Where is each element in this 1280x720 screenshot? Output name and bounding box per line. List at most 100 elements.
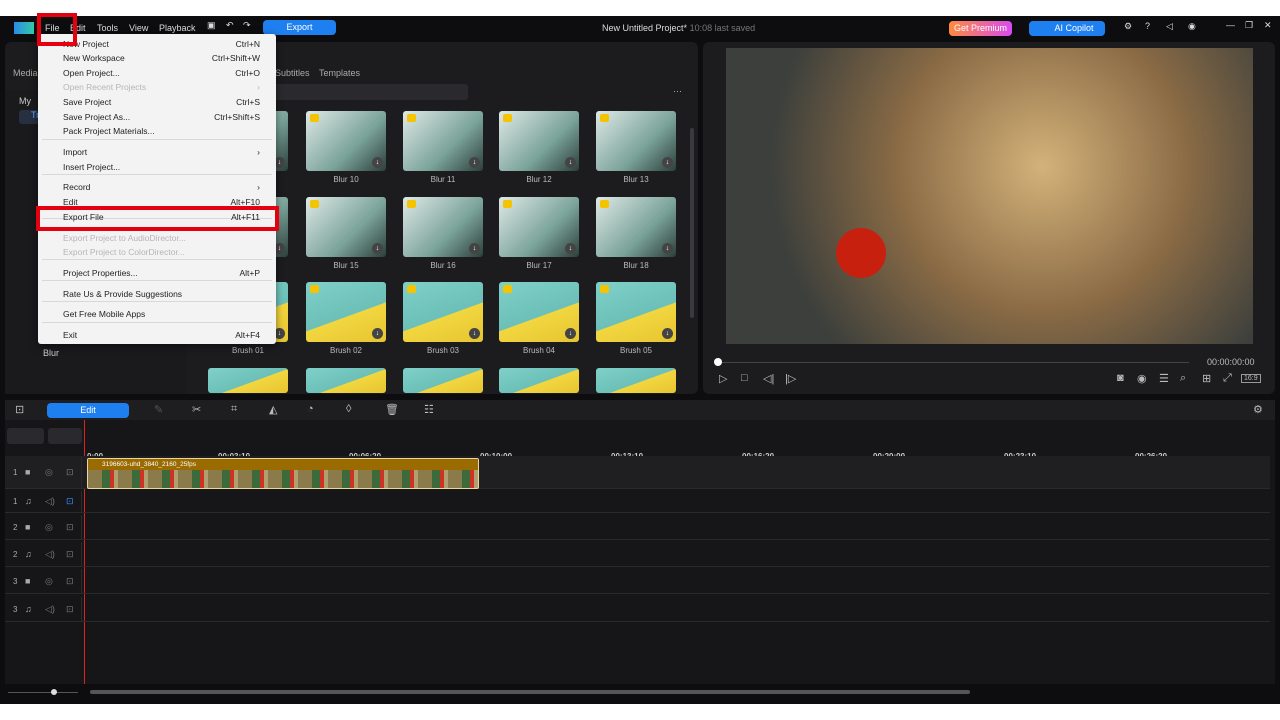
- notification-icon[interactable]: ◁: [1166, 21, 1173, 32]
- mute-icon[interactable]: ◁): [45, 496, 55, 507]
- effect-thumbnail[interactable]: ↓: [403, 111, 483, 171]
- download-icon[interactable]: ↓: [565, 157, 576, 168]
- effect-thumbnail[interactable]: ↓: [306, 111, 386, 171]
- zoom-slider-handle[interactable]: [51, 689, 57, 695]
- menu-item-new-project[interactable]: New Project Ctrl+N: [63, 37, 260, 51]
- download-icon[interactable]: ↓: [372, 157, 383, 168]
- next-frame-icon[interactable]: |▷: [785, 372, 796, 385]
- effect-thumbnail[interactable]: ↓: [499, 197, 579, 257]
- more-options-icon[interactable]: ···: [673, 86, 682, 96]
- download-icon[interactable]: ↓: [469, 243, 480, 254]
- download-icon[interactable]: ↓: [469, 328, 480, 339]
- visibility-icon[interactable]: ◎: [45, 467, 53, 478]
- more-tools-icon[interactable]: ☷: [424, 403, 434, 416]
- minimize-icon[interactable]: —: [1226, 20, 1235, 30]
- edit-button[interactable]: Edit: [47, 403, 129, 418]
- visibility-icon[interactable]: ◎: [45, 576, 53, 587]
- timeline-settings-icon[interactable]: ⚙: [1253, 403, 1263, 416]
- list-icon[interactable]: ☰: [1159, 372, 1169, 385]
- menu-item-open-project[interactable]: Open Project... Ctrl+O: [63, 66, 260, 80]
- settings-icon[interactable]: ⚙: [1124, 21, 1132, 32]
- close-icon[interactable]: ✕: [1264, 20, 1272, 31]
- menu-item-save-project-as[interactable]: Save Project As... Ctrl+Shift+S: [63, 110, 260, 124]
- menu-item-get-free-mobile-apps[interactable]: Get Free Mobile Apps: [63, 307, 260, 321]
- lock-icon[interactable]: ⊡: [66, 496, 74, 507]
- crop-icon[interactable]: ⌗: [231, 403, 237, 416]
- aspect-ratio-button[interactable]: 16:9: [1241, 374, 1261, 383]
- effect-thumbnail[interactable]: [208, 368, 288, 393]
- track-audio-1[interactable]: 1 ♫ ◁) ⊡: [5, 491, 1270, 513]
- effect-thumbnail[interactable]: [403, 368, 483, 393]
- menu-item-save-project[interactable]: Save Project Ctrl+S: [63, 95, 260, 109]
- zoom-slider[interactable]: [8, 692, 78, 693]
- stop-icon[interactable]: □: [741, 372, 748, 384]
- effect-thumbnail[interactable]: ↓: [306, 197, 386, 257]
- flip-icon[interactable]: ◭: [269, 403, 277, 416]
- menu-item-pack-project-materials[interactable]: Pack Project Materials...: [63, 124, 260, 138]
- tab-subtitles[interactable]: Subtitles: [275, 68, 310, 78]
- fullscreen-icon[interactable]: ⤢: [1223, 372, 1232, 385]
- help-icon[interactable]: ?: [1145, 21, 1150, 31]
- previous-frame-icon[interactable]: ◁|: [763, 372, 774, 385]
- track-audio-3[interactable]: 3 ♫ ◁) ⊡: [5, 597, 1270, 622]
- snapshot-icon[interactable]: ◙: [1117, 372, 1124, 384]
- timeline-view-icon[interactable]: ⊡: [15, 403, 24, 416]
- track-video-2[interactable]: 2 ■ ◎ ⊡: [5, 515, 1270, 540]
- lock-icon[interactable]: ⊡: [66, 604, 74, 615]
- download-icon[interactable]: ↓: [565, 243, 576, 254]
- save-icon[interactable]: ▣: [207, 20, 216, 31]
- download-icon[interactable]: ↓: [565, 328, 576, 339]
- effect-thumbnail[interactable]: ↓: [596, 282, 676, 342]
- effect-thumbnail[interactable]: ↓: [499, 282, 579, 342]
- menu-view[interactable]: View: [129, 23, 148, 33]
- library-scrollbar[interactable]: [690, 128, 694, 318]
- video-preview[interactable]: [726, 48, 1253, 344]
- delete-icon[interactable]: 🗑: [385, 403, 399, 416]
- menu-item-insert-project[interactable]: Insert Project...: [63, 160, 260, 174]
- play-icon[interactable]: ▷: [719, 372, 727, 385]
- download-icon[interactable]: ↓: [662, 157, 673, 168]
- track-manager-button[interactable]: [7, 428, 44, 444]
- menu-item-project-properties[interactable]: Project Properties... Alt+P: [63, 266, 260, 280]
- tab-media[interactable]: Media: [13, 68, 38, 78]
- track-audio-2[interactable]: 2 ♫ ◁) ⊡: [5, 542, 1270, 567]
- search-input[interactable]: [265, 84, 468, 100]
- preview-quality-icon[interactable]: ◉: [1137, 372, 1147, 385]
- effect-thumbnail[interactable]: ↓: [499, 111, 579, 171]
- speed-icon[interactable]: ◔: [307, 403, 314, 415]
- mute-icon[interactable]: ◁): [45, 604, 55, 615]
- lock-icon[interactable]: ⊡: [66, 467, 74, 478]
- menu-playback[interactable]: Playback: [159, 23, 196, 33]
- effect-thumbnail[interactable]: ↓: [403, 197, 483, 257]
- effect-thumbnail[interactable]: ↓: [596, 111, 676, 171]
- ai-copilot-button[interactable]: AI Copilot: [1029, 21, 1105, 36]
- menu-item-record[interactable]: Record ›: [63, 180, 260, 194]
- sidebar-item-my[interactable]: My: [19, 96, 31, 106]
- grid-icon[interactable]: ⊞: [1202, 372, 1211, 385]
- scrubber-handle[interactable]: [714, 358, 722, 366]
- track-video-3[interactable]: 3 ■ ◎ ⊡: [5, 569, 1270, 594]
- scissors-icon[interactable]: ✂: [192, 403, 201, 416]
- menu-item-rate-us-provide-suggestions[interactable]: Rate Us & Provide Suggestions: [63, 287, 260, 301]
- effect-thumbnail[interactable]: [306, 368, 386, 393]
- menu-tools[interactable]: Tools: [97, 23, 118, 33]
- mute-icon[interactable]: ◁): [45, 549, 55, 560]
- tab-templates[interactable]: Templates: [319, 68, 360, 78]
- redo-icon[interactable]: ↷: [243, 20, 251, 31]
- lock-icon[interactable]: ⊡: [66, 576, 74, 587]
- account-icon[interactable]: ◉: [1188, 21, 1196, 32]
- download-icon[interactable]: ↓: [469, 157, 480, 168]
- menu-item-new-workspace[interactable]: New Workspace Ctrl+Shift+W: [63, 51, 260, 65]
- download-icon[interactable]: ↓: [662, 243, 673, 254]
- effect-thumbnail[interactable]: ↓: [306, 282, 386, 342]
- keyframe-icon[interactable]: ◊: [346, 403, 351, 415]
- effect-thumbnail[interactable]: [596, 368, 676, 393]
- effect-thumbnail[interactable]: [499, 368, 579, 393]
- timeline-scrollbar[interactable]: [90, 690, 970, 694]
- undo-icon[interactable]: ↶: [226, 20, 234, 31]
- get-premium-button[interactable]: Get Premium: [949, 21, 1012, 36]
- sidebar-item-blur[interactable]: Blur: [43, 348, 59, 358]
- preview-scrubber[interactable]: [717, 362, 1189, 363]
- download-icon[interactable]: ↓: [372, 328, 383, 339]
- menu-item-exit[interactable]: Exit Alt+F4: [63, 328, 260, 342]
